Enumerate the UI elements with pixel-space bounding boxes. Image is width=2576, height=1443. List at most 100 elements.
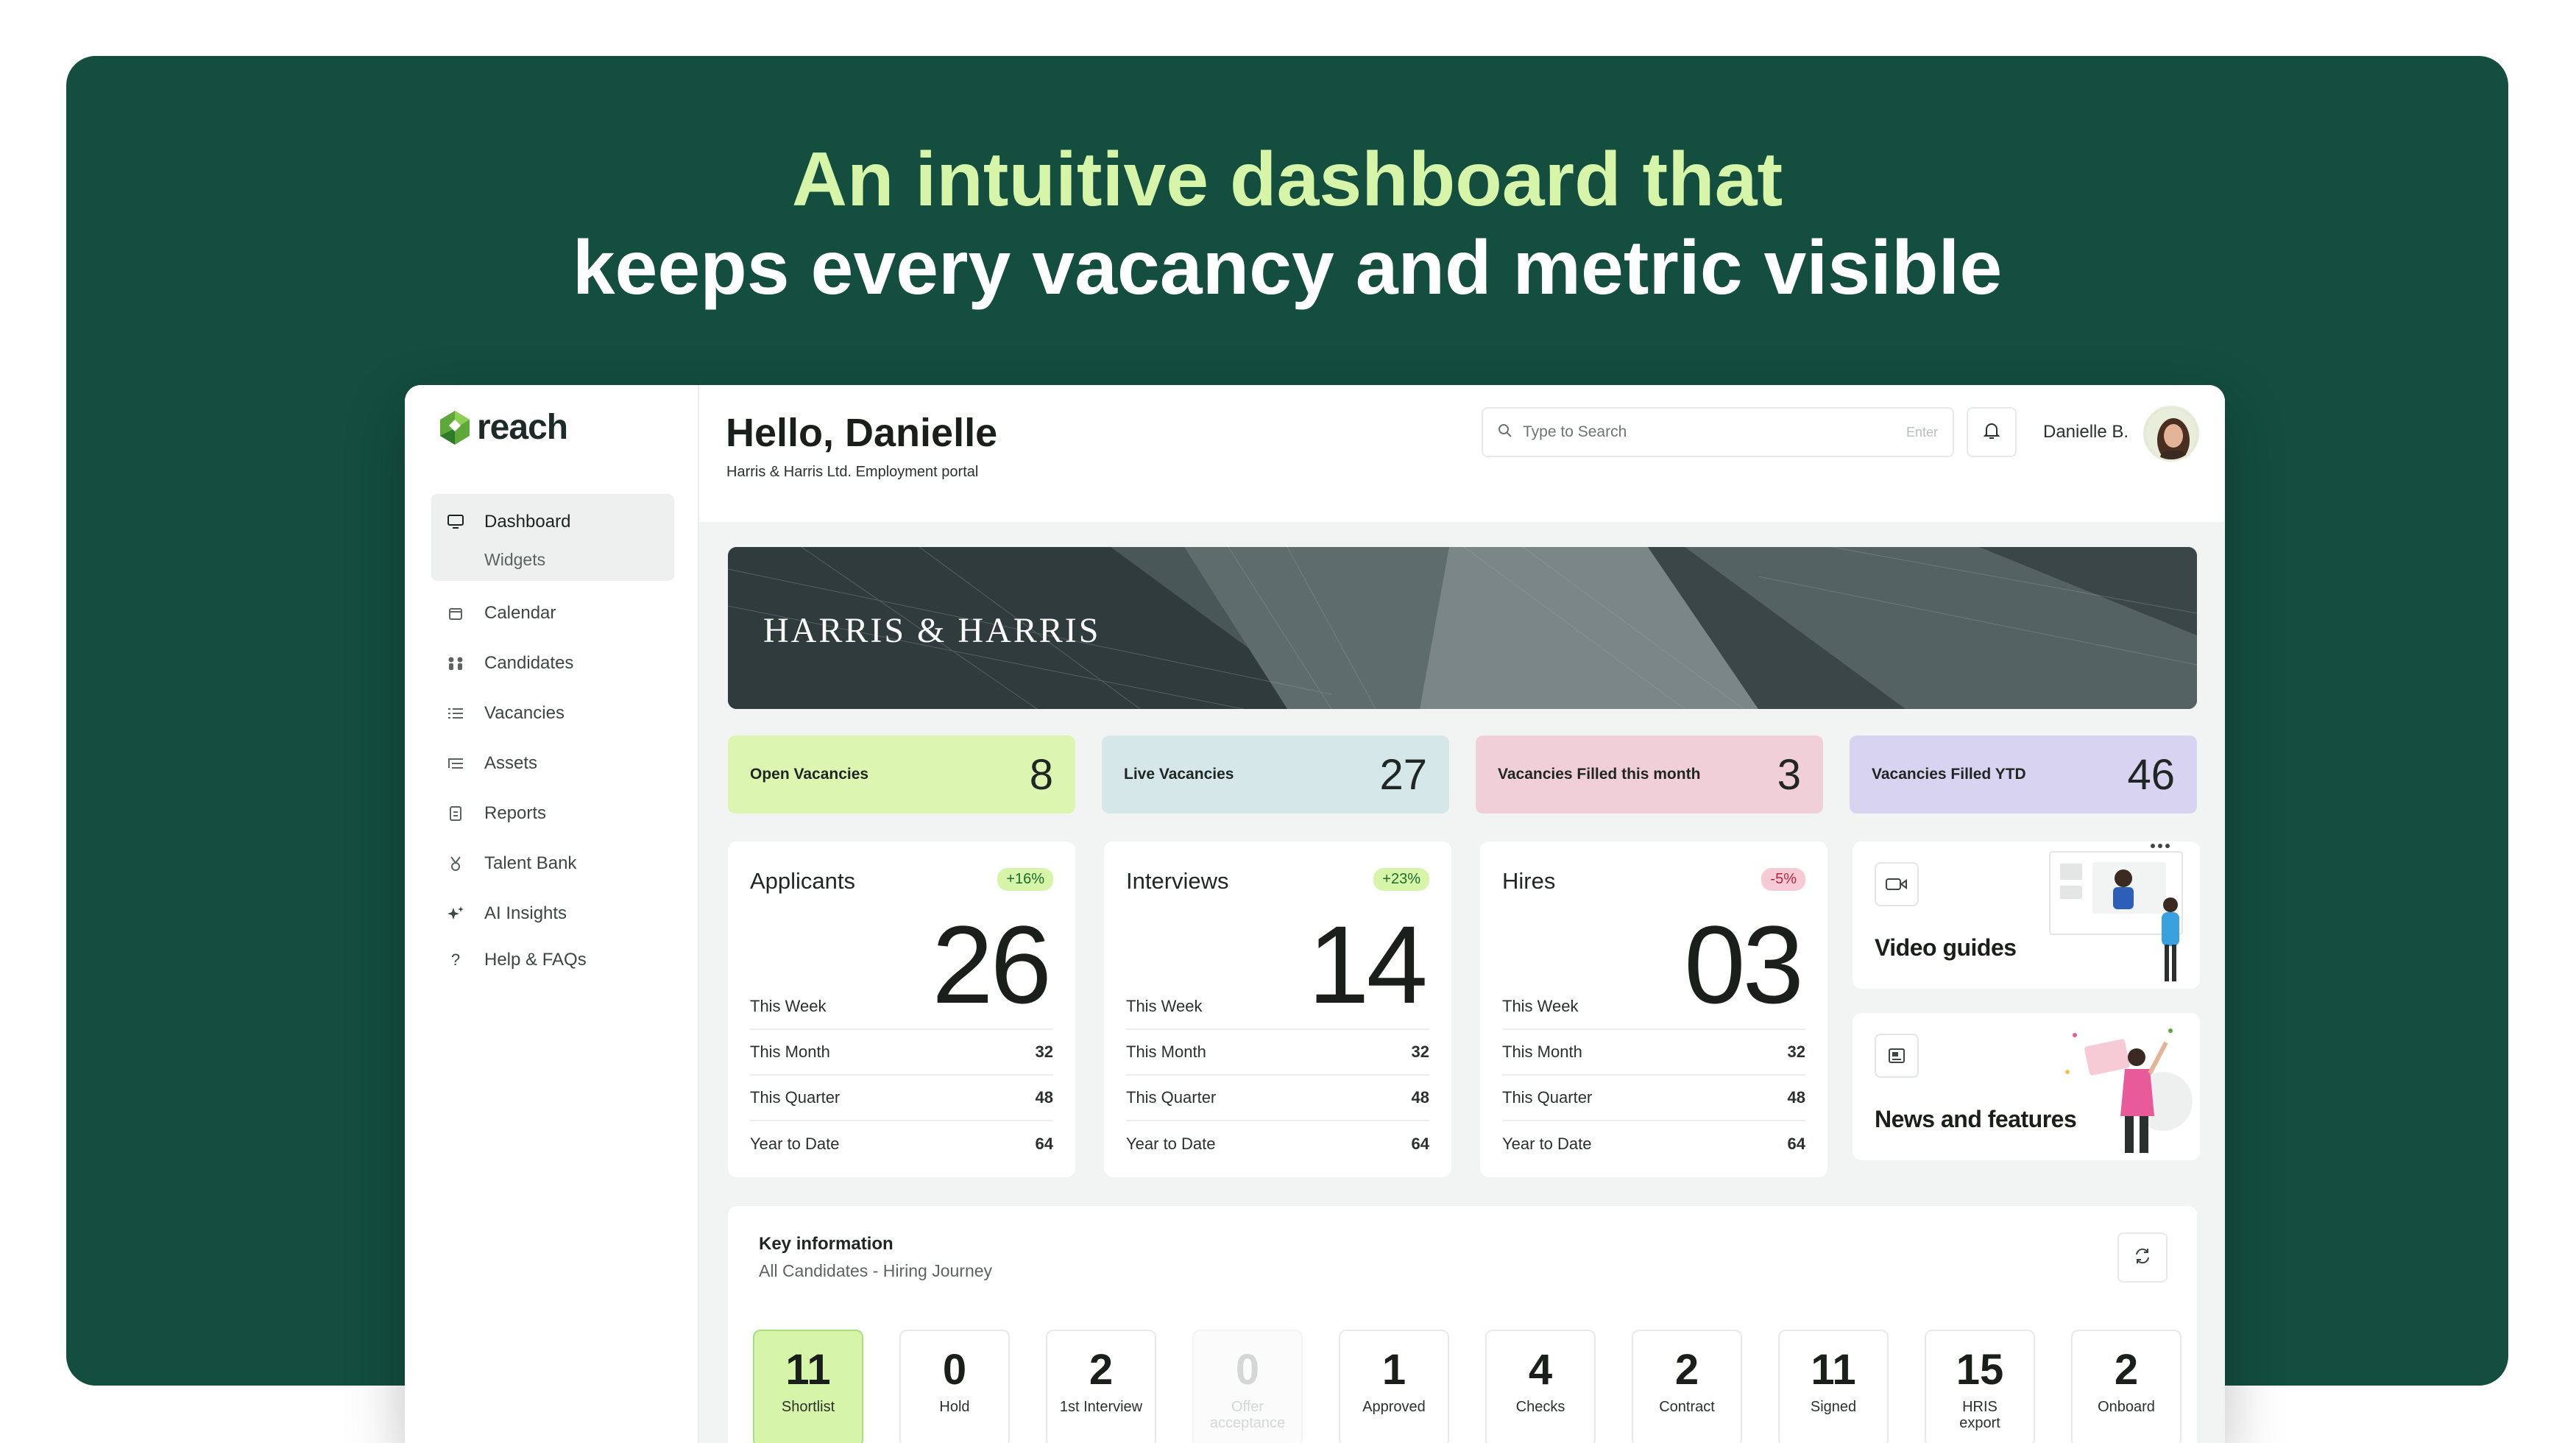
stage-count: 2 [1674, 1346, 1699, 1394]
sidebar-group-dashboard: Dashboard Widgets [431, 494, 674, 581]
refresh-button[interactable] [2117, 1232, 2168, 1283]
row-value: 64 [1411, 1135, 1429, 1153]
sidebar-item-calendar[interactable]: Calendar [431, 588, 674, 638]
sidebar-item-widgets[interactable]: Widgets [431, 543, 674, 576]
notifications-button[interactable] [1967, 407, 2017, 457]
row-month: This Month 32 [1126, 1030, 1429, 1076]
tile-value: 46 [2127, 750, 2175, 799]
stage-hris-export[interactable]: 15 HRIS export [1925, 1330, 2035, 1443]
stage-count: 4 [1528, 1346, 1553, 1394]
row-month: This Month 32 [750, 1030, 1053, 1076]
stage-shortlist[interactable]: 11 Shortlist [753, 1330, 863, 1443]
news-features-card[interactable]: News and features [1853, 1013, 2200, 1160]
newspaper-icon [1875, 1034, 1919, 1078]
tile-filled-ytd[interactable]: Vacancies Filled YTD 46 [1850, 735, 2197, 814]
sidebar-item-label: Candidates [484, 653, 574, 673]
stage-label: Checks [1515, 1399, 1565, 1415]
company-banner: HARRIS & HARRIS [728, 547, 2197, 709]
sidebar-item-label: Talent Bank [484, 853, 577, 873]
tile-label: Live Vacancies [1124, 766, 1234, 783]
sidebar-item-dashboard[interactable]: Dashboard [431, 501, 674, 543]
medal-icon [446, 854, 465, 873]
card-applicants[interactable]: Applicants +16% 26 This Week This Month 3… [728, 842, 1075, 1177]
sidebar-item-vacancies[interactable]: Vacancies [431, 688, 674, 738]
row-label: Year to Date [1502, 1135, 1592, 1153]
stage-1st-interview[interactable]: 2 1st Interview [1046, 1330, 1156, 1443]
tile-filled-this-month[interactable]: Vacancies Filled this month 3 [1476, 735, 1823, 814]
stage-contract[interactable]: 2 Contract [1632, 1330, 1742, 1443]
calendar-icon [446, 604, 465, 623]
card-title: Hires [1502, 868, 1556, 894]
search-input[interactable]: Type to Search Enter [1482, 407, 1954, 457]
user-name[interactable]: Danielle B. [2043, 422, 2129, 442]
stage-hold[interactable]: 0 Hold [899, 1330, 1010, 1443]
row-quarter: This Quarter 48 [750, 1076, 1053, 1121]
row-week: This Week [1126, 984, 1429, 1030]
stage-count: 0 [1235, 1346, 1260, 1394]
stage-count: 1 [1381, 1346, 1406, 1394]
row-label: This Quarter [750, 1088, 841, 1107]
sidebar-item-assets[interactable]: Assets [431, 738, 674, 788]
row-label: This Week [1502, 997, 1579, 1015]
stage-offer-acceptance[interactable]: 0 Offer acceptance [1192, 1330, 1303, 1443]
headline-line-2: keeps every vacancy and metric visible [572, 225, 2003, 311]
tile-live-vacancies[interactable]: Live Vacancies 27 [1102, 735, 1449, 814]
page-title: Hello, Danielle [726, 411, 998, 455]
stage-count: 2 [2114, 1346, 2139, 1394]
stage-label: Onboard [2098, 1399, 2155, 1415]
stage-label: HRIS export [1959, 1399, 2000, 1431]
tile-open-vacancies[interactable]: Open Vacancies 8 [728, 735, 1075, 814]
row-week: This Week [1502, 984, 1805, 1030]
sidebar-item-label: Calendar [484, 603, 556, 623]
reach-logo-icon [440, 410, 470, 445]
search-placeholder: Type to Search [1523, 423, 1627, 440]
stage-approved[interactable]: 1 Approved [1339, 1330, 1449, 1443]
row-ytd: Year to Date 64 [750, 1121, 1053, 1167]
stage-count: 0 [942, 1346, 967, 1394]
row-label: This Month [1126, 1042, 1206, 1061]
sidebar: reach Dashboard Widgets Calendar Candida… [405, 385, 699, 1443]
row-label: Year to Date [1126, 1135, 1216, 1153]
question-icon: ? [450, 950, 461, 969]
stage-label: Hold [939, 1399, 970, 1415]
sidebar-item-ai-insights[interactable]: AI Insights [431, 889, 674, 939]
row-value: 32 [1411, 1042, 1429, 1061]
tile-label: Vacancies Filled YTD [1872, 766, 2026, 783]
people-icon [446, 654, 465, 673]
section-title: Key information [759, 1234, 894, 1254]
sparkle-icon [446, 904, 465, 923]
stage-count: 2 [1089, 1346, 1114, 1394]
sidebar-nav: Dashboard Widgets Calendar Candidates Va… [431, 494, 674, 981]
video-guides-card[interactable]: Video guides [1853, 842, 2200, 989]
sidebar-item-reports[interactable]: Reports [431, 788, 674, 839]
logo[interactable]: reach [439, 407, 568, 448]
tile-value: 3 [1777, 750, 1801, 799]
row-quarter: This Quarter 48 [1502, 1076, 1805, 1121]
bell-icon [1983, 422, 2000, 443]
card-title: Interviews [1126, 868, 1229, 894]
sidebar-item-label: Dashboard [484, 512, 571, 532]
stage-onboard[interactable]: 2 Onboard [2071, 1330, 2182, 1443]
news-illustration [2065, 1029, 2193, 1153]
sidebar-item-talent-bank[interactable]: Talent Bank [431, 839, 674, 889]
row-month: This Month 32 [1502, 1030, 1805, 1076]
row-label: This Quarter [1126, 1088, 1217, 1107]
stage-signed[interactable]: 11 Signed [1778, 1330, 1889, 1443]
card-interviews[interactable]: Interviews +23% 14 This Week This Month 3… [1104, 842, 1451, 1177]
top-header: Hello, Danielle Harris & Harris Ltd. Emp… [699, 385, 2225, 522]
row-value: 48 [1787, 1088, 1805, 1107]
row-label: This Week [1126, 997, 1203, 1015]
avatar[interactable] [2143, 406, 2199, 462]
section-subtitle: All Candidates - Hiring Journey [759, 1261, 993, 1280]
sidebar-item-help[interactable]: ? Help & FAQs [431, 939, 674, 981]
banner-title: HARRIS & HARRIS [763, 611, 1101, 650]
search-icon [1498, 423, 1512, 442]
logo-text: reach [477, 408, 568, 447]
row-value: 32 [1035, 1042, 1053, 1061]
stage-label: Shortlist [781, 1399, 835, 1415]
sidebar-item-candidates[interactable]: Candidates [431, 638, 674, 688]
row-week: This Week [750, 984, 1053, 1030]
row-value: 32 [1787, 1042, 1805, 1061]
card-hires[interactable]: Hires -5% 03 This Week This Month 32 This… [1480, 842, 1827, 1177]
stage-checks[interactable]: 4 Checks [1485, 1330, 1596, 1443]
